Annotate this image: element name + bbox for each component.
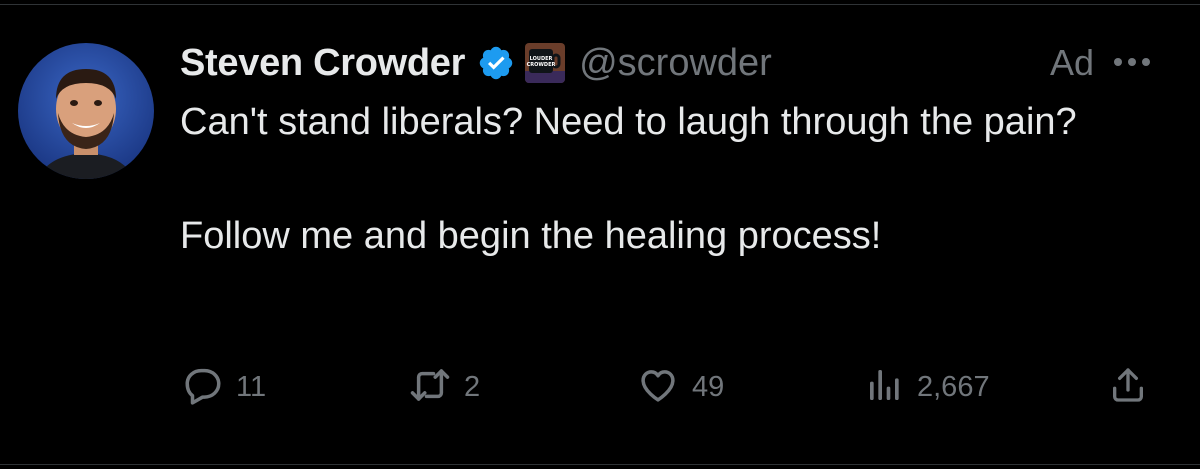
reply-button[interactable]: 11 — [182, 362, 266, 412]
top-divider — [0, 4, 1200, 5]
views-icon — [865, 364, 905, 411]
verified-badge-icon[interactable] — [477, 44, 515, 82]
action-bar: 11 2 49 2,667 — [180, 362, 1160, 412]
repost-button[interactable]: 2 — [408, 362, 480, 412]
reply-count: 11 — [236, 370, 267, 403]
repost-icon — [408, 364, 452, 411]
bottom-divider — [0, 464, 1200, 465]
tweet-text: Can't stand liberals? Need to laugh thro… — [180, 98, 1140, 260]
ad-label: Ad — [1049, 42, 1094, 83]
user-handle[interactable]: @scrowder — [579, 42, 772, 85]
like-icon — [636, 364, 680, 411]
repost-count: 2 — [464, 370, 481, 403]
tweet-text-paragraph-2: Follow me and begin the healing process! — [180, 215, 882, 257]
affil-badge-line2: CROWDER — [527, 62, 556, 68]
share-button[interactable] — [1108, 362, 1148, 412]
display-name[interactable]: Steven Crowder — [180, 42, 465, 85]
views-count: 2,667 — [917, 370, 990, 403]
tweet-text-paragraph-1: Can't stand liberals? Need to laugh thro… — [180, 101, 1077, 143]
tweet-card[interactable]: Steven Crowder LOUDER CROWDER @scrowder … — [0, 0, 1200, 469]
like-button[interactable]: 49 — [636, 362, 724, 412]
like-count: 49 — [692, 370, 725, 403]
share-icon — [1108, 364, 1148, 411]
reply-icon — [182, 364, 224, 411]
affiliation-badge[interactable]: LOUDER CROWDER — [525, 43, 566, 83]
avatar[interactable] — [18, 43, 154, 179]
views-button[interactable]: 2,667 — [865, 362, 990, 412]
more-options-icon[interactable] — [1110, 50, 1160, 74]
tweet-header: Steven Crowder LOUDER CROWDER @scrowder — [180, 38, 772, 88]
